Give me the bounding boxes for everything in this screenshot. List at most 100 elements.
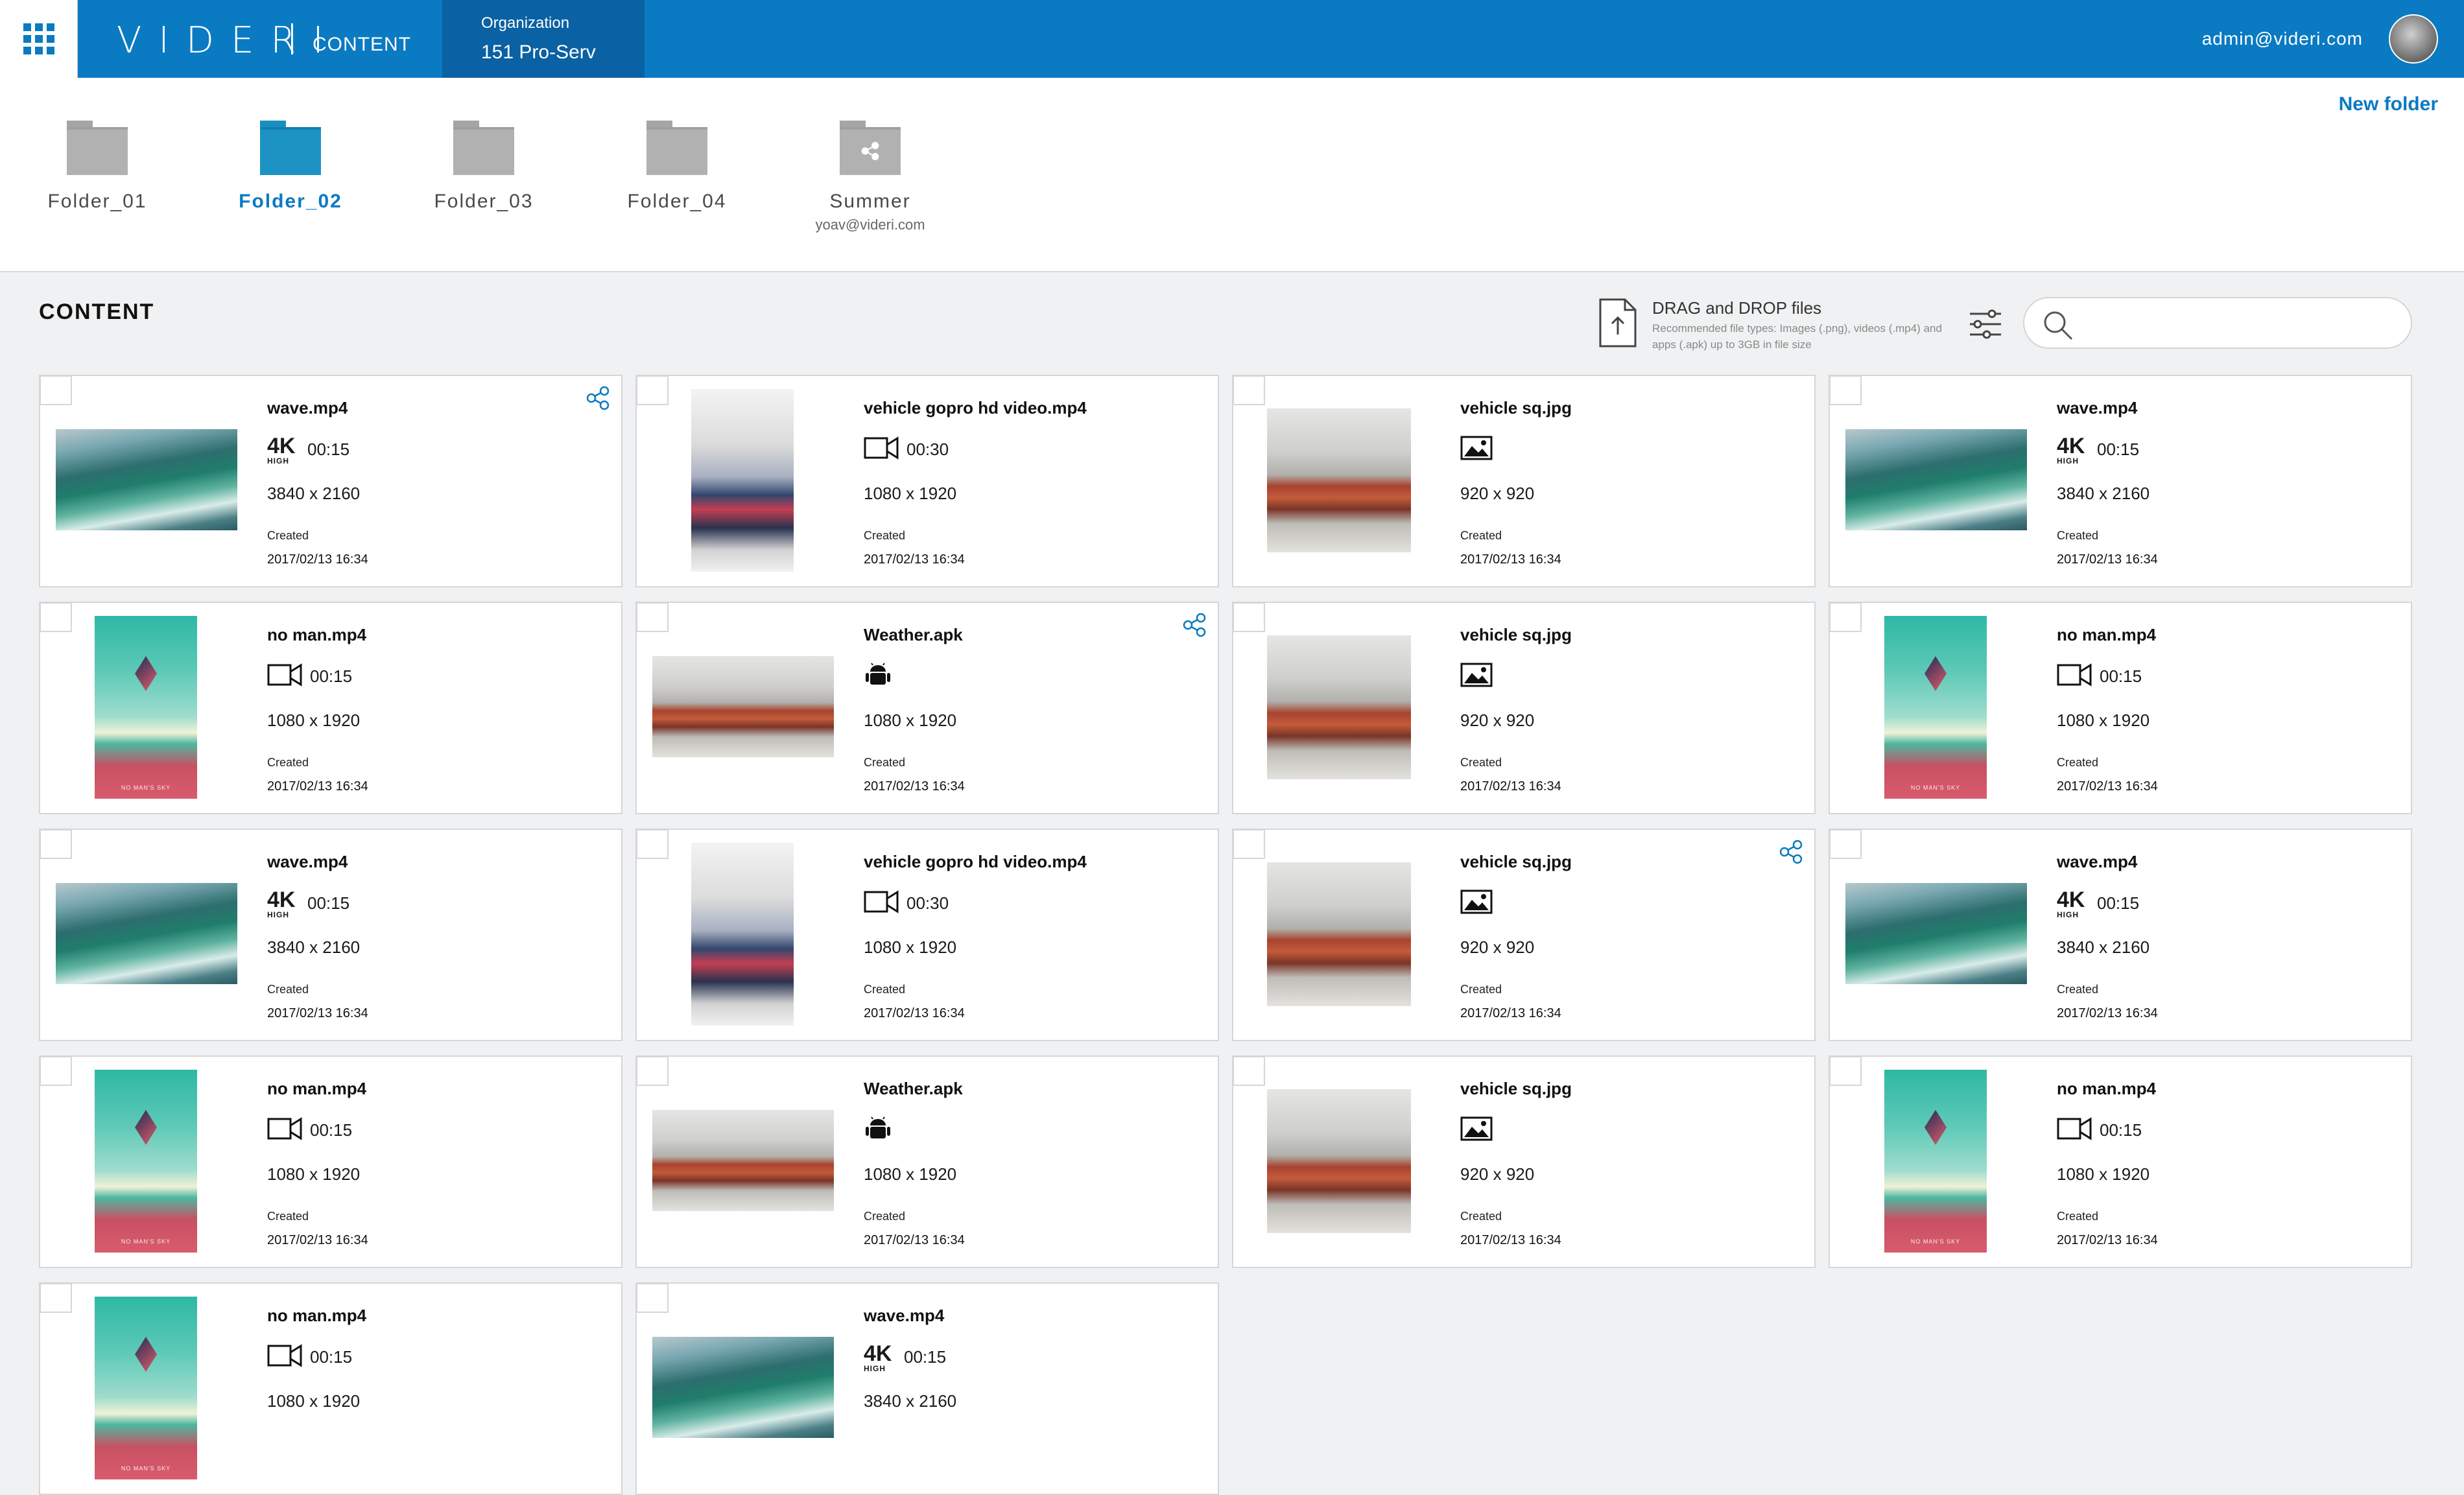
select-checkbox[interactable]	[1233, 829, 1265, 859]
thumbnail[interactable]	[56, 429, 237, 530]
thumbnail[interactable]: NO MAN'S SKY	[95, 1297, 197, 1479]
content-card[interactable]: NO MAN'S SKY no man.mp4 00:15 1080 x 1920 Cr…	[1829, 1055, 2412, 1268]
thumbnail-emblem	[1925, 1110, 1947, 1146]
content-card[interactable]: vehicle gopro hd video.mp4 00:30 1080 x 19…	[635, 829, 1219, 1041]
content-card[interactable]: vehicle sq.jpg 920 x 920 Created 2017/02/13…	[1232, 375, 1816, 587]
thumbnail[interactable]	[1267, 635, 1411, 779]
created-date: 2017/02/13 16:34	[2057, 779, 2158, 794]
file-name: vehicle gopro hd video.mp4	[864, 398, 1087, 418]
thumbnail[interactable]	[1845, 883, 2027, 984]
file-name: wave.mp4	[864, 1306, 945, 1325]
content-card[interactable]: NO MAN'S SKY no man.mp4 00:15 1080 x 1920 Cr…	[1829, 602, 2412, 814]
thumbnail-emblem	[135, 656, 157, 692]
select-checkbox[interactable]	[40, 1056, 72, 1086]
duration: 00:15	[2097, 893, 2140, 913]
select-checkbox[interactable]	[40, 1283, 72, 1313]
thumbnail[interactable]	[652, 656, 834, 757]
organization-selector[interactable]: Organization 151 Pro-Serv	[442, 0, 645, 78]
created-date: 2017/02/13 16:34	[1460, 779, 1561, 794]
thumbnail[interactable]: NO MAN'S SKY	[1884, 1070, 1987, 1253]
select-checkbox[interactable]	[636, 1056, 669, 1086]
select-checkbox[interactable]	[1829, 602, 1862, 632]
folder-item[interactable]: Folder_01	[13, 121, 182, 213]
content-card[interactable]: NO MAN'S SKY no man.mp4 00:15 1080 x 1920 Cr…	[39, 602, 622, 814]
thumbnail[interactable]	[691, 389, 794, 572]
resolution: 920 x 920	[1460, 937, 1535, 957]
share-icon[interactable]	[584, 384, 612, 412]
thumbnail[interactable]: NO MAN'S SKY	[95, 1070, 197, 1253]
thumbnail[interactable]	[652, 1337, 834, 1438]
folder-item[interactable]: Summer yoav@videri.com	[786, 121, 954, 233]
folder-item[interactable]: Folder_02	[206, 121, 375, 213]
created-label: Created	[864, 529, 906, 542]
file-meta: 00:30	[864, 436, 949, 464]
search-icon[interactable]	[2041, 309, 2075, 342]
upload-file-icon[interactable]	[1598, 297, 1638, 349]
thumbnail[interactable]: NO MAN'S SKY	[95, 616, 197, 799]
content-card[interactable]: NO MAN'S SKY no man.mp4 00:15 1080 x 1920	[39, 1282, 622, 1495]
content-card[interactable]: Weather.apk 1080 x 1920 Created 2017/02/13 …	[635, 1055, 1219, 1268]
thumbnail[interactable]	[1845, 429, 2027, 530]
select-checkbox[interactable]	[1829, 829, 1862, 859]
select-checkbox[interactable]	[1829, 1056, 1862, 1086]
thumbnail[interactable]	[652, 1110, 834, 1211]
select-checkbox[interactable]	[1233, 602, 1265, 632]
select-checkbox[interactable]	[636, 375, 669, 405]
content-card[interactable]: wave.mp4 4K HIGH 00:15 3840 x 2160 Created 201…	[1829, 375, 2412, 587]
select-checkbox[interactable]	[40, 829, 72, 859]
file-name: no man.mp4	[2057, 625, 2157, 644]
select-checkbox[interactable]	[40, 375, 72, 405]
select-checkbox[interactable]	[1829, 375, 1862, 405]
resolution: 3840 x 2160	[2057, 937, 2150, 957]
file-meta: 4K HIGH 00:15	[267, 888, 349, 919]
select-checkbox[interactable]	[1233, 1056, 1265, 1086]
content-card[interactable]: vehicle sq.jpg 920 x 920 Created 2017/02/13…	[1232, 602, 1816, 814]
select-checkbox[interactable]	[636, 829, 669, 859]
created-label: Created	[864, 983, 906, 996]
content-card[interactable]: NO MAN'S SKY no man.mp4 00:15 1080 x 1920 Cr…	[39, 1055, 622, 1268]
select-checkbox[interactable]	[40, 602, 72, 632]
duration: 00:30	[906, 893, 949, 913]
folders-bar: New folder Folder_01 Folder_02 Folder_03 Fo…	[0, 78, 2464, 272]
filter-settings-icon[interactable]	[1967, 306, 2004, 342]
content-card[interactable]: vehicle gopro hd video.mp4 00:30 1080 x 19…	[635, 375, 1219, 587]
avatar[interactable]	[2389, 14, 2438, 64]
share-icon[interactable]	[1777, 838, 1805, 866]
folder-item[interactable]: Folder_04	[593, 121, 761, 213]
thumbnail-caption: NO MAN'S SKY	[121, 1465, 171, 1472]
folder-item[interactable]: Folder_03	[399, 121, 568, 213]
file-meta	[1460, 436, 1503, 464]
content-card[interactable]: Weather.apk 1080 x 1920 Created 2017/02/13 …	[635, 602, 1219, 814]
content-card[interactable]: vehicle sq.jpg 920 x 920 Created 2017/02/13…	[1232, 1055, 1816, 1268]
videri-logo[interactable]: VIDERI	[117, 19, 340, 62]
thumbnail[interactable]	[1267, 862, 1411, 1006]
thumbnail[interactable]	[691, 843, 794, 1026]
created-label: Created	[1460, 983, 1502, 996]
new-folder-button[interactable]: New folder	[2339, 93, 2438, 115]
select-checkbox[interactable]	[1233, 375, 1265, 405]
file-meta	[1460, 1116, 1503, 1145]
thumbnail[interactable]	[1267, 1089, 1411, 1233]
content-card[interactable]: wave.mp4 4K HIGH 00:15 3840 x 2160 Created 201…	[1829, 829, 2412, 1041]
thumbnail[interactable]	[1267, 408, 1411, 552]
file-name: vehicle sq.jpg	[1460, 852, 1572, 871]
resolution: 3840 x 2160	[864, 1391, 957, 1411]
file-meta: 00:15	[2057, 663, 2142, 691]
search-input[interactable]	[2083, 306, 2400, 341]
share-icon[interactable]	[1180, 611, 1209, 639]
video-camera-icon	[864, 890, 899, 913]
duration: 00:15	[310, 1120, 353, 1140]
organization-name: 151 Pro-Serv	[481, 41, 596, 63]
content-card[interactable]: vehicle sq.jpg 920 x 920 Created 2017/02/13…	[1232, 829, 1816, 1041]
select-checkbox[interactable]	[636, 1283, 669, 1313]
select-checkbox[interactable]	[636, 602, 669, 632]
user-email[interactable]: admin@videri.com	[2202, 29, 2363, 49]
apps-menu-button[interactable]	[0, 0, 78, 78]
content-card[interactable]: wave.mp4 4K HIGH 00:15 3840 x 2160	[635, 1282, 1219, 1495]
thumbnail[interactable]: NO MAN'S SKY	[1884, 616, 1987, 799]
content-card[interactable]: wave.mp4 4K HIGH 00:15 3840 x 2160 Created 201…	[39, 829, 622, 1041]
thumbnail[interactable]	[56, 883, 237, 984]
badge-high-text: HIGH	[2057, 456, 2079, 465]
file-meta	[1460, 889, 1503, 918]
content-card[interactable]: wave.mp4 4K HIGH 00:15 3840 x 2160 Created 201…	[39, 375, 622, 587]
